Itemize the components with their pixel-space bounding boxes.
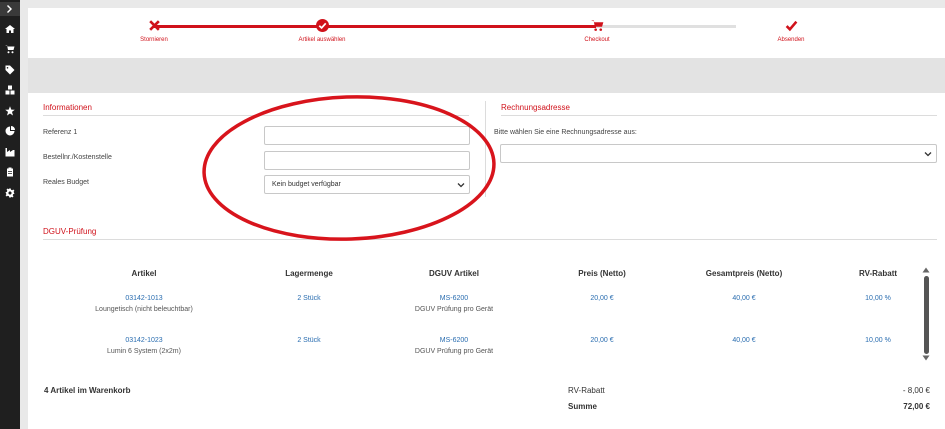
cell-preis: 20,00 € xyxy=(552,293,652,304)
artikel-name: Loungetisch (nicht beleuchtbar) xyxy=(95,306,193,313)
cart-icon xyxy=(547,17,647,33)
cell-artikel: 03142-1013 Loungetisch (nicht beleuchtba… xyxy=(69,293,219,315)
bestellnr-label: Bestellnr./Kostenstelle xyxy=(43,154,112,161)
referenz-label: Referenz 1 xyxy=(43,129,78,136)
scroll-up-icon[interactable] xyxy=(922,267,930,273)
factory-icon[interactable] xyxy=(3,145,17,159)
column-header-rv-rabatt: RV-Rabatt xyxy=(858,269,898,278)
step-stornieren[interactable]: Stornieren xyxy=(104,17,204,43)
rechnungsadresse-select[interactable] xyxy=(500,144,937,163)
chevron-down-icon xyxy=(924,150,932,158)
column-header-gesamtpreis: Gesamtpreis (Netto) xyxy=(705,269,783,278)
summe-total: 72,00 € xyxy=(903,402,930,411)
gesamtpreis-value[interactable]: 40,00 € xyxy=(694,293,794,304)
tag-icon[interactable] xyxy=(3,63,17,77)
dguv-artikel-name: DGUV Prüfung pro Gerät xyxy=(414,306,494,313)
cell-preis: 20,00 € xyxy=(552,335,652,346)
lagermenge-link[interactable]: 2 Stück xyxy=(259,335,359,346)
dguv-artikel-link[interactable]: MS-6200 xyxy=(379,335,529,346)
rv-rabatt-value[interactable]: 10,00 % xyxy=(828,293,928,304)
cart-icon[interactable] xyxy=(3,42,17,56)
gesamtpreis-value[interactable]: 40,00 € xyxy=(694,335,794,346)
rv-rabatt-label: RV-Rabatt xyxy=(568,386,605,395)
dguv-artikel-link[interactable]: MS-6200 xyxy=(379,293,529,304)
preis-value[interactable]: 20,00 € xyxy=(552,293,652,304)
header-band xyxy=(28,58,945,93)
budget-label: Reales Budget xyxy=(43,179,89,186)
step-artikel-auswaehlen[interactable]: Artikel auswählen xyxy=(272,17,372,43)
step-checkout[interactable]: Checkout xyxy=(547,17,647,43)
divider xyxy=(501,115,937,116)
rv-rabatt-value[interactable]: 10,00 % xyxy=(828,335,928,346)
summe-label: Summe xyxy=(568,402,597,411)
gear-icon[interactable] xyxy=(3,186,17,200)
rv-rabatt-total: - 8,00 € xyxy=(902,386,930,395)
boxes-icon[interactable] xyxy=(3,83,17,97)
check-circle-icon xyxy=(272,17,372,33)
artikel-link[interactable]: 03142-1023 xyxy=(69,335,219,346)
artikel-name: Lumin 6 System (2x2m) xyxy=(107,348,181,355)
pie-chart-icon[interactable] xyxy=(3,124,17,138)
dguv-title: DGUV-Prüfung xyxy=(43,227,97,236)
rechnungsadresse-hint: Bitte wählen Sie eine Rechnungsadresse a… xyxy=(494,129,637,136)
stepper-progress-line xyxy=(154,25,596,28)
column-header-preis: Preis (Netto) xyxy=(578,269,626,278)
sidebar xyxy=(0,0,20,429)
cell-dguv-artikel: MS-6200 DGUV Prüfung pro Gerät xyxy=(379,335,529,357)
cell-gesamtpreis: 40,00 € xyxy=(694,293,794,304)
lagermenge-link[interactable]: 2 Stück xyxy=(259,293,359,304)
step-label: Checkout xyxy=(584,37,610,43)
app-window: Stornieren Artikel auswählen Checkout Ab… xyxy=(0,0,945,429)
cell-gesamtpreis: 40,00 € xyxy=(694,335,794,346)
step-absenden[interactable]: Absenden xyxy=(741,17,841,43)
cart-count: 4 Artikel im Warenkorb xyxy=(44,386,131,395)
cell-artikel: 03142-1023 Lumin 6 System (2x2m) xyxy=(69,335,219,357)
checkout-stepper: Stornieren Artikel auswählen Checkout Ab… xyxy=(28,8,945,58)
x-icon xyxy=(104,17,204,33)
cell-rv-rabatt: 10,00 % xyxy=(828,335,928,346)
scroll-down-icon[interactable] xyxy=(922,355,930,361)
clipboard-icon[interactable] xyxy=(3,165,17,179)
preis-value[interactable]: 20,00 € xyxy=(552,335,652,346)
column-header-lagermenge: Lagermenge xyxy=(285,269,333,278)
cell-rv-rabatt: 10,00 % xyxy=(828,293,928,304)
column-header-dguv-artikel: DGUV Artikel xyxy=(429,269,479,278)
step-label: Stornieren xyxy=(140,37,168,43)
star-icon[interactable] xyxy=(3,104,17,118)
step-label: Artikel auswählen xyxy=(298,37,346,43)
rechnungsadresse-title: Rechnungsadresse xyxy=(501,103,570,112)
column-header-artikel: Artikel xyxy=(131,269,157,278)
artikel-link[interactable]: 03142-1013 xyxy=(69,293,219,304)
cell-lagermenge: 2 Stück xyxy=(259,293,359,304)
chevron-right-icon[interactable] xyxy=(0,2,20,16)
annotation-ellipse xyxy=(202,95,496,241)
table-scrollbar-thumb[interactable] xyxy=(924,276,929,354)
home-icon[interactable] xyxy=(3,22,17,36)
informationen-title: Informationen xyxy=(43,103,92,112)
step-label: Absenden xyxy=(777,37,805,43)
cell-lagermenge: 2 Stück xyxy=(259,335,359,346)
check-icon xyxy=(741,17,841,33)
dguv-artikel-name: DGUV Prüfung pro Gerät xyxy=(414,348,494,355)
cell-dguv-artikel: MS-6200 DGUV Prüfung pro Gerät xyxy=(379,293,529,315)
